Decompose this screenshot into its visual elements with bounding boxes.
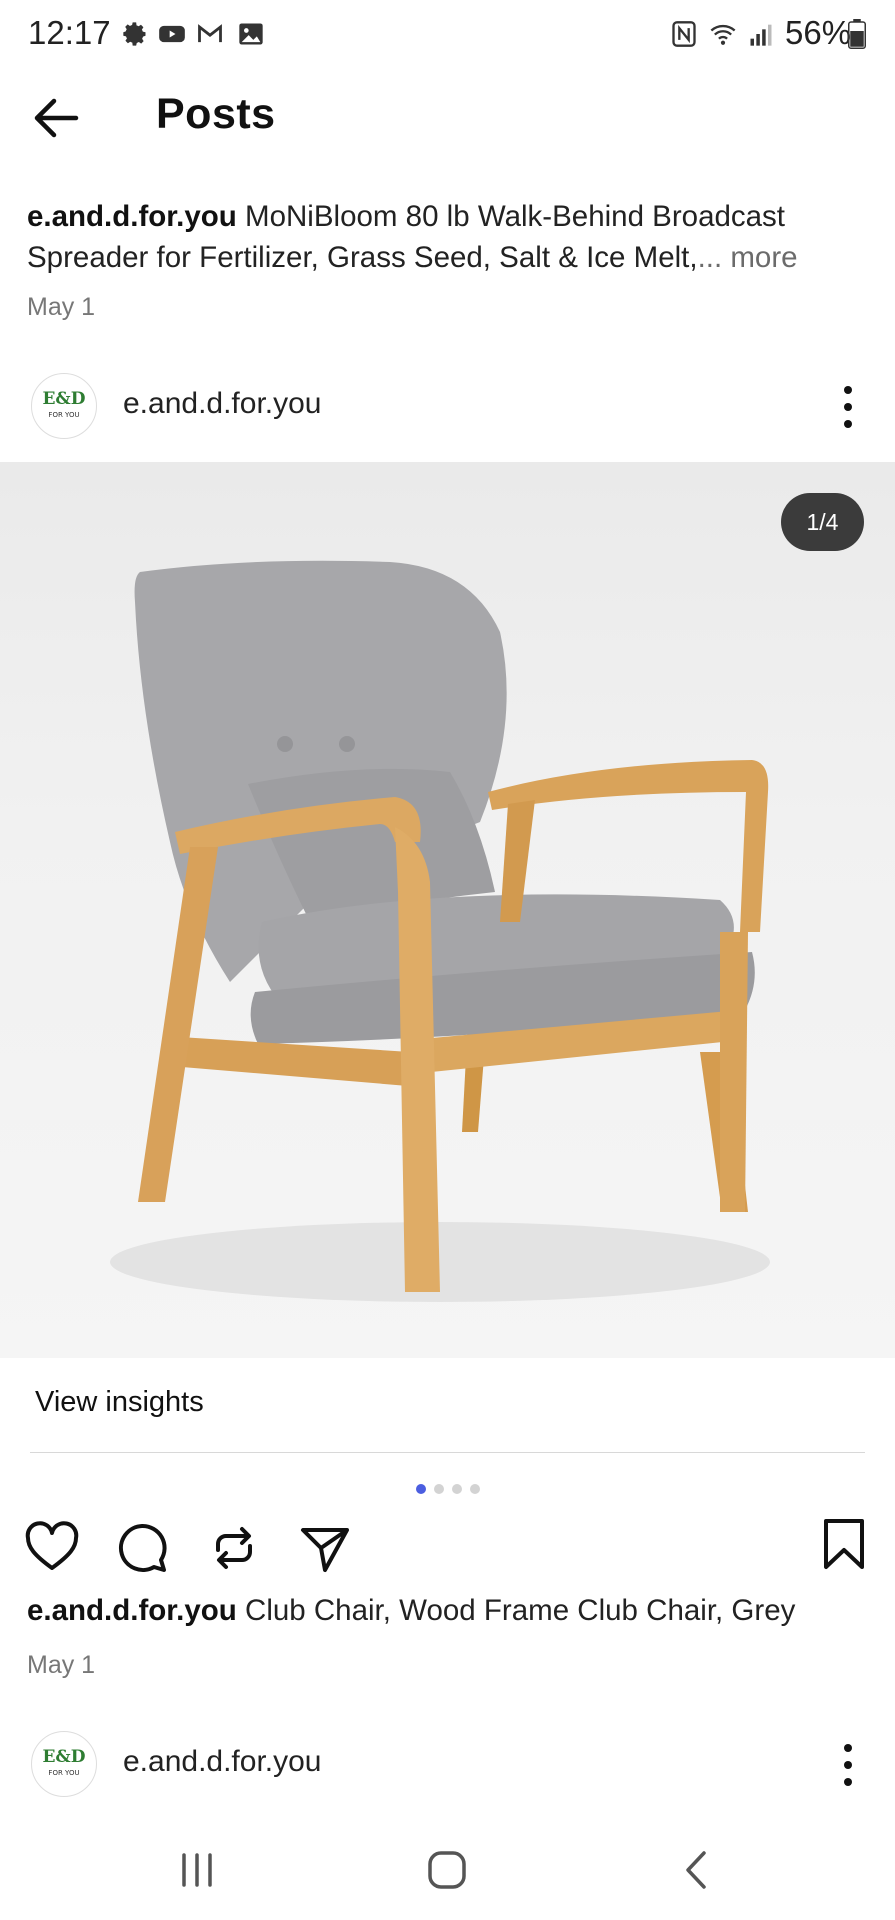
like-heart-icon[interactable] <box>24 1520 80 1576</box>
club-chair-image <box>110 560 770 1302</box>
avatar-logo-subtext: FOR YOU <box>48 411 79 419</box>
recent-apps-icon[interactable] <box>172 1845 222 1895</box>
back-arrow-button[interactable] <box>28 88 88 148</box>
gallery-icon <box>239 23 263 45</box>
back-nav-icon[interactable] <box>672 1845 722 1895</box>
caption-author[interactable]: e.and.d.for.you <box>27 1594 237 1627</box>
post-caption: e.and.d.for.you Club Chair, Wood Frame C… <box>27 1594 795 1628</box>
view-insights-link[interactable]: View insights <box>35 1386 204 1419</box>
image-counter-badge: 1/4 <box>781 493 864 551</box>
save-bookmark-icon[interactable] <box>816 1516 872 1572</box>
comment-icon[interactable] <box>114 1520 170 1576</box>
avatar-logo: E&D FOR YOU <box>42 389 85 419</box>
gear-icon <box>123 22 146 46</box>
post-author[interactable]: e.and.d.for.you <box>123 387 322 421</box>
avatar-logo-text: E&D <box>42 389 85 409</box>
youtube-icon <box>159 25 185 43</box>
post-date: May 1 <box>27 293 96 321</box>
post-caption: e.and.d.for.you MoNiBloom 80 lb Walk-Beh… <box>27 196 867 278</box>
status-bar: 12:17 56% <box>0 0 895 70</box>
divider <box>30 1452 865 1453</box>
post-date: May 1 <box>27 1651 96 1679</box>
battery-icon <box>848 19 866 49</box>
signal-icon <box>750 24 772 46</box>
avatar[interactable]: E&D FOR YOU <box>31 1731 97 1797</box>
more-link[interactable]: ... more <box>698 241 798 274</box>
home-icon[interactable] <box>422 1845 472 1895</box>
carousel-dot <box>452 1484 462 1494</box>
more-options-icon[interactable] <box>828 382 868 432</box>
carousel-dot <box>416 1484 426 1494</box>
wifi-icon <box>710 24 736 45</box>
caption-text: Club Chair, Wood Frame Club Chair, Grey <box>245 1594 796 1627</box>
caption-author[interactable]: e.and.d.for.you <box>27 200 237 233</box>
post-author[interactable]: e.and.d.for.you <box>123 1745 322 1779</box>
carousel-indicator <box>416 1481 488 1494</box>
avatar[interactable]: E&D FOR YOU <box>31 373 97 439</box>
more-options-icon[interactable] <box>828 1740 868 1790</box>
post-image[interactable] <box>0 462 895 1358</box>
nfc-icon <box>672 21 696 47</box>
page-title: Posts <box>156 90 276 138</box>
status-time: 12:17 <box>28 14 111 51</box>
carousel-dot <box>470 1484 480 1494</box>
repost-icon[interactable] <box>206 1520 262 1576</box>
avatar-logo-text: E&D <box>42 1747 85 1767</box>
battery-percentage: 56% <box>785 14 852 51</box>
avatar-logo-subtext: FOR YOU <box>48 1769 79 1777</box>
share-send-icon[interactable] <box>297 1520 353 1576</box>
gmail-icon <box>198 24 222 43</box>
avatar-logo: E&D FOR YOU <box>42 1747 85 1777</box>
carousel-dot <box>434 1484 444 1494</box>
